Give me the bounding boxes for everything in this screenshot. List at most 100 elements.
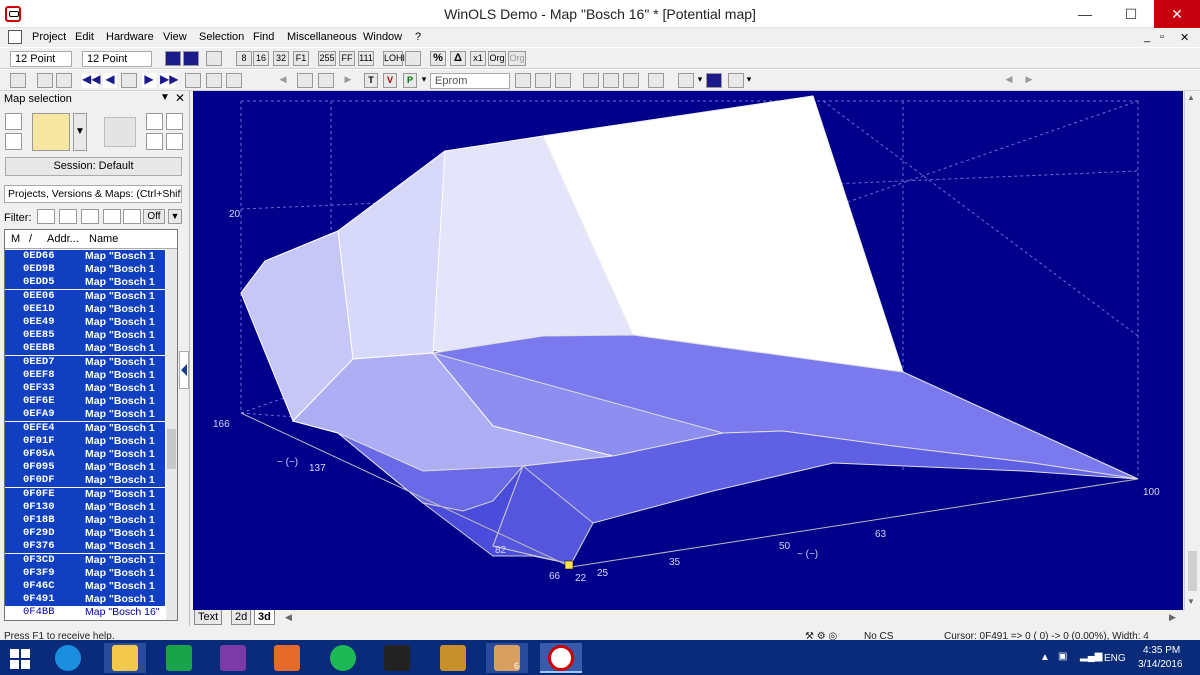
context-help-icon[interactable] — [555, 73, 571, 88]
vertical-scrollbar[interactable]: ▲ ▼ — [1184, 91, 1200, 610]
map-list-icon[interactable] — [121, 73, 137, 88]
upload-icon[interactable] — [318, 73, 334, 88]
map-list[interactable]: M / Addr... Name 0ED66 Map "Bosch 1 0ED9B M… — [4, 229, 178, 621]
list-item[interactable]: 0EEF8 Map "Bosch 1 — [5, 368, 165, 382]
start-button[interactable] — [0, 643, 42, 673]
original-compare-button[interactable]: Org — [508, 51, 526, 66]
binary-button[interactable]: 111 — [358, 51, 374, 66]
scroll-down-icon[interactable]: ▼ — [1187, 597, 1195, 606]
list-item[interactable]: 0EEBB Map "Bosch 1 — [5, 342, 165, 356]
back-icon[interactable]: ◀ — [276, 73, 290, 88]
list-item[interactable]: 0F095 Map "Bosch 1 — [5, 461, 165, 475]
minimize-button[interactable]: — — [1062, 0, 1108, 28]
map-3d-view[interactable]: 20 166 137 ~ (~) 82 66 22 25 35 50 ~ (~)… — [193, 91, 1183, 610]
save-icon[interactable] — [5, 133, 22, 150]
tool-c-icon[interactable] — [623, 73, 639, 88]
lohi-button[interactable]: LOHI — [383, 51, 405, 66]
list-item[interactable]: 0ED9B Map "Bosch 1 — [5, 263, 165, 277]
list-scrollbar[interactable] — [166, 249, 177, 620]
original-button[interactable]: Org — [488, 51, 506, 66]
winols-taskbar-icon[interactable] — [540, 643, 582, 673]
menu-miscellaneous[interactable]: Miscellaneous — [287, 31, 357, 43]
font-size-select-b[interactable]: 12 Point — [82, 51, 152, 67]
tab-text[interactable]: Text — [194, 610, 223, 625]
columns-chevron-icon[interactable]: ▾ — [745, 73, 753, 88]
scroll-right-arrow-icon[interactable]: ▶ — [1169, 612, 1176, 623]
horizontal-scrollbar[interactable]: ◀ ▶ — [283, 611, 1183, 626]
tray-network-icon[interactable]: ▂▄▆ — [1080, 651, 1102, 662]
list-item[interactable]: 0ED66 Map "Bosch 1 — [5, 250, 165, 263]
onenote-icon[interactable] — [212, 643, 254, 673]
float-button[interactable]: F1 — [293, 51, 309, 66]
list-item[interactable]: 0F01F Map "Bosch 1 — [5, 434, 165, 448]
tray-time[interactable]: 4:35 PM — [1143, 645, 1180, 656]
map-import-icon[interactable] — [166, 133, 183, 150]
list-item[interactable]: 0F0FE Map "Bosch 1 — [5, 487, 165, 501]
list-item[interactable]: 0F376 Map "Bosch 1 — [5, 540, 165, 554]
bits-32-button[interactable]: 32 — [273, 51, 289, 66]
amazon-icon[interactable] — [376, 643, 418, 673]
tab-2d[interactable]: 2d — [231, 610, 252, 625]
list-item[interactable]: 0EFE4 Map "Bosch 1 — [5, 421, 165, 435]
button-t[interactable]: T — [364, 73, 378, 88]
store-icon[interactable] — [158, 643, 200, 673]
layout-chevron-icon[interactable]: ▾ — [696, 73, 704, 88]
new-project-icon[interactable] — [5, 113, 22, 130]
file-explorer-icon[interactable] — [104, 643, 146, 673]
button-v[interactable]: V — [383, 73, 397, 88]
list-item[interactable]: 0EE1D Map "Bosch 1 — [5, 302, 165, 316]
list-item[interactable]: 0EFA9 Map "Bosch 1 — [5, 408, 165, 422]
list-item[interactable]: 0EE06 Map "Bosch 1 — [5, 289, 165, 303]
list-item[interactable]: 0F3CD Map "Bosch 1 — [5, 553, 165, 567]
filter-d-icon[interactable] — [103, 209, 121, 224]
list-item[interactable]: 0F18B Map "Bosch 1 — [5, 514, 165, 527]
view-hex-icon[interactable] — [165, 51, 181, 66]
difference-button[interactable]: Δ — [450, 51, 466, 66]
document-icon[interactable] — [8, 30, 22, 44]
list-item[interactable]: 0EF33 Map "Bosch 1 — [5, 382, 165, 395]
tray-power-icon[interactable]: ▣ — [1058, 651, 1067, 662]
search-icon[interactable] — [206, 73, 222, 88]
view-table-icon[interactable] — [206, 51, 222, 66]
hex-ff-button[interactable]: FF — [339, 51, 355, 66]
import-icon[interactable] — [104, 117, 136, 147]
bits-8-button[interactable]: 8 — [236, 51, 252, 66]
paint-app-icon[interactable]: 6 — [486, 643, 528, 673]
menu-find[interactable]: Find — [253, 31, 274, 43]
user-icon[interactable] — [10, 73, 26, 88]
font-size-select-a[interactable]: 12 Point — [10, 51, 72, 67]
list-item[interactable]: 0EE85 Map "Bosch 1 — [5, 329, 165, 343]
percent-button[interactable]: % — [430, 51, 446, 66]
tool-b-icon[interactable] — [603, 73, 619, 88]
factor-button[interactable]: x1 — [470, 51, 486, 66]
col-m[interactable]: M — [11, 233, 20, 245]
panel-collapse-handle[interactable] — [179, 351, 189, 389]
filter-off-button[interactable]: Off — [143, 209, 165, 224]
spotify-icon[interactable] — [322, 643, 364, 673]
chevron-down-icon[interactable]: ▾ — [419, 73, 429, 88]
list-item[interactable]: 0F4BB Map "Bosch 16" — [5, 606, 165, 619]
menu-hardware[interactable]: Hardware — [106, 31, 154, 43]
list-item[interactable]: 0F05A Map "Bosch 1 — [5, 448, 165, 461]
open-chevron-icon[interactable]: ▼ — [73, 113, 87, 151]
last-map-icon[interactable]: ▶▶ — [160, 73, 178, 88]
tool-a-icon[interactable] — [583, 73, 599, 88]
scroll-left-arrow-icon[interactable]: ◀ — [285, 612, 292, 623]
list-item[interactable]: 0EF6E Map "Bosch 1 — [5, 395, 165, 409]
forward-icon[interactable]: ▶ — [341, 73, 355, 88]
scroll-right-icon[interactable]: ▶ — [1022, 73, 1036, 88]
maximize-button[interactable]: ☐ — [1108, 0, 1154, 28]
close-button[interactable]: ✕ — [1154, 0, 1200, 28]
view-grid-icon[interactable] — [183, 51, 199, 66]
tray-date[interactable]: 3/14/2016 — [1138, 659, 1183, 670]
list-item[interactable]: 0F130 Map "Bosch 1 — [5, 500, 165, 514]
filter-chevron-icon[interactable]: ▼ — [168, 209, 182, 224]
filter-b-icon[interactable] — [59, 209, 77, 224]
menu-edit[interactable]: Edit — [75, 31, 94, 43]
columns-icon[interactable] — [728, 73, 744, 88]
list-item[interactable]: 0F491 Map "Bosch 1 — [5, 593, 165, 607]
menu-view[interactable]: View — [163, 31, 187, 43]
tab-3d[interactable]: 3d — [254, 610, 275, 625]
project-icon[interactable] — [37, 73, 53, 88]
sign-toggle-icon[interactable] — [405, 51, 421, 66]
